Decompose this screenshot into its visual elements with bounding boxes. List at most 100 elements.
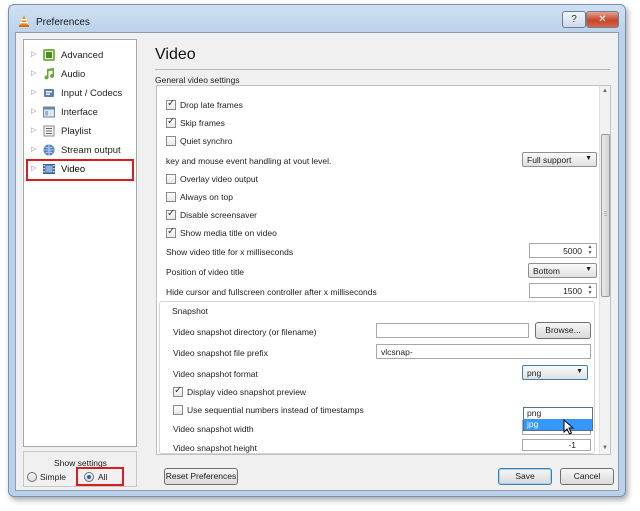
nav-item-interface[interactable]: ▷ Interface <box>24 103 136 122</box>
show-title-ms-value: 5000 <box>563 246 582 256</box>
preferences-client: ▷ Advanced ▷ Audio ▷ Input / Codecs ▷ In… <box>15 32 619 491</box>
disable-screensaver-label[interactable]: Disable screensaver <box>180 210 257 220</box>
quiet-synchro-checkbox[interactable] <box>166 136 176 146</box>
key-mouse-select[interactable]: Full support ▼ <box>522 152 597 167</box>
category-tree: ▷ Advanced ▷ Audio ▷ Input / Codecs ▷ In… <box>23 39 137 447</box>
stream-output-icon <box>43 144 55 156</box>
nav-label: Audio <box>61 69 86 80</box>
nav-item-input-codecs[interactable]: ▷ Input / Codecs <box>24 84 136 103</box>
hide-cursor-spinbox[interactable]: 1500 ▲ ▼ <box>529 283 597 298</box>
snapshot-group-title: Snapshot <box>172 306 208 316</box>
format-option-png[interactable]: png <box>524 408 592 419</box>
cancel-button[interactable]: Cancel <box>560 468 614 485</box>
drop-late-frames-checkbox[interactable] <box>166 98 176 110</box>
chevron-down-icon: ▼ <box>585 266 592 273</box>
video-settings-panel: Video General video settings Drop late f… <box>150 33 618 492</box>
playlist-icon <box>43 125 55 137</box>
nav-item-advanced[interactable]: ▷ Advanced <box>24 46 136 65</box>
nav-item-audio[interactable]: ▷ Audio <box>24 65 136 84</box>
reset-preferences-button[interactable]: Reset Preferences <box>164 468 238 485</box>
snapshot-height-spinbox[interactable]: -1 <box>522 439 591 451</box>
display-preview-label[interactable]: Display video snapshot preview <box>187 387 306 397</box>
key-mouse-value: Full support <box>527 155 572 165</box>
simple-radio-label[interactable]: Simple <box>40 472 66 482</box>
quiet-synchro-label[interactable]: Quiet synchro <box>180 136 232 146</box>
snapshot-width-label: Video snapshot width <box>173 424 254 434</box>
snapshot-height-value: -1 <box>568 440 576 450</box>
hide-cursor-label: Hide cursor and fullscreen controller af… <box>166 287 377 297</box>
expand-arrow-icon[interactable]: ▷ <box>31 69 36 77</box>
show-media-title-checkbox[interactable] <box>166 226 176 238</box>
snapshot-prefix-input[interactable]: vlcsnap- <box>376 344 591 359</box>
snapshot-format-dropdown-list[interactable]: png jpg <box>523 407 593 431</box>
nav-label: Stream output <box>61 145 121 156</box>
nav-label: Playlist <box>61 126 92 137</box>
interface-icon <box>43 106 55 118</box>
snapshot-directory-input[interactable] <box>376 323 529 338</box>
title-bar[interactable]: Preferences ? ✕ <box>9 5 625 35</box>
format-option-jpg[interactable]: jpg <box>524 419 592 430</box>
snapshot-height-label: Video snapshot height <box>173 443 257 453</box>
always-on-top-checkbox[interactable] <box>166 192 176 202</box>
page-title: Video <box>155 46 196 63</box>
annotation-highlight-video <box>26 159 134 181</box>
always-on-top-label[interactable]: Always on top <box>180 192 233 202</box>
nav-item-stream-output[interactable]: ▷ Stream output <box>24 141 136 160</box>
audio-icon <box>44 68 54 80</box>
preferences-window: Preferences ? ✕ ▷ Advanced ▷ Audio ▷ Inp… <box>8 4 626 497</box>
display-preview-checkbox[interactable] <box>173 385 183 397</box>
show-title-ms-spinbox[interactable]: 5000 ▲ ▼ <box>529 243 597 258</box>
scrollbar-thumb[interactable]: – – – <box>601 134 610 297</box>
advanced-icon <box>43 49 55 61</box>
expand-arrow-icon[interactable]: ▷ <box>31 88 36 96</box>
section-title: General video settings <box>155 75 240 85</box>
title-divider <box>155 69 610 70</box>
snapshot-prefix-value: vlcsnap- <box>381 347 413 357</box>
chevron-down-icon: ▼ <box>576 368 583 375</box>
nav-label: Interface <box>61 107 98 118</box>
overlay-video-output-checkbox[interactable] <box>166 174 176 184</box>
vlc-cone-icon <box>19 15 29 27</box>
expand-arrow-icon[interactable]: ▷ <box>31 145 36 153</box>
drop-late-frames-label[interactable]: Drop late frames <box>180 100 243 110</box>
position-value: Bottom <box>533 266 560 276</box>
snapshot-format-label: Video snapshot format <box>173 369 258 379</box>
expand-arrow-icon[interactable]: ▷ <box>31 50 36 58</box>
overlay-video-output-label[interactable]: Overlay video output <box>180 174 258 184</box>
skip-frames-label[interactable]: Skip frames <box>180 118 225 128</box>
position-label: Position of video title <box>166 267 244 277</box>
expand-arrow-icon[interactable]: ▷ <box>31 126 36 134</box>
save-button[interactable]: Save <box>498 468 552 485</box>
nav-label: Input / Codecs <box>61 88 123 99</box>
chevron-down-icon: ▼ <box>585 155 592 162</box>
close-button[interactable]: ✕ <box>586 11 619 28</box>
skip-frames-checkbox[interactable] <box>166 116 176 128</box>
input-codecs-icon <box>44 89 54 97</box>
spin-arrows-icon[interactable]: ▲▼ <box>585 244 595 257</box>
snapshot-prefix-label: Video snapshot file prefix <box>173 348 268 358</box>
annotation-highlight-all <box>76 467 124 486</box>
snapshot-directory-label: Video snapshot directory (or filename) <box>173 327 317 337</box>
grip-icon: – – – <box>604 209 607 219</box>
settings-scrollbar[interactable]: ▲ – – – ▼ <box>599 86 610 454</box>
sequential-numbers-checkbox[interactable] <box>173 405 183 415</box>
nav-item-playlist[interactable]: ▷ Playlist <box>24 122 136 141</box>
simple-radio[interactable] <box>27 472 37 482</box>
sequential-numbers-label[interactable]: Use sequential numbers instead of timest… <box>187 405 364 415</box>
snapshot-group: Snapshot Video snapshot directory (or fi… <box>159 301 595 454</box>
settings-scroll-area[interactable]: Drop late frames Skip frames Quiet synch… <box>156 85 611 455</box>
scroll-up-icon[interactable]: ▲ <box>602 88 608 94</box>
disable-screensaver-checkbox[interactable] <box>166 208 176 220</box>
browse-button[interactable]: Browse... <box>535 322 591 339</box>
help-button[interactable]: ? <box>562 11 586 28</box>
show-media-title-label[interactable]: Show media title on video <box>180 228 277 238</box>
show-title-ms-label: Show video title for x milliseconds <box>166 247 294 257</box>
position-select[interactable]: Bottom ▼ <box>528 263 597 278</box>
snapshot-format-select[interactable]: png ▼ <box>522 365 588 380</box>
expand-arrow-icon[interactable]: ▷ <box>31 107 36 115</box>
spin-arrows-icon[interactable]: ▲▼ <box>585 284 595 297</box>
snapshot-format-value: png <box>527 368 542 378</box>
nav-label: Advanced <box>61 50 104 61</box>
key-mouse-label: key and mouse event handling at vout lev… <box>166 156 332 166</box>
scroll-down-icon[interactable]: ▼ <box>602 445 608 451</box>
